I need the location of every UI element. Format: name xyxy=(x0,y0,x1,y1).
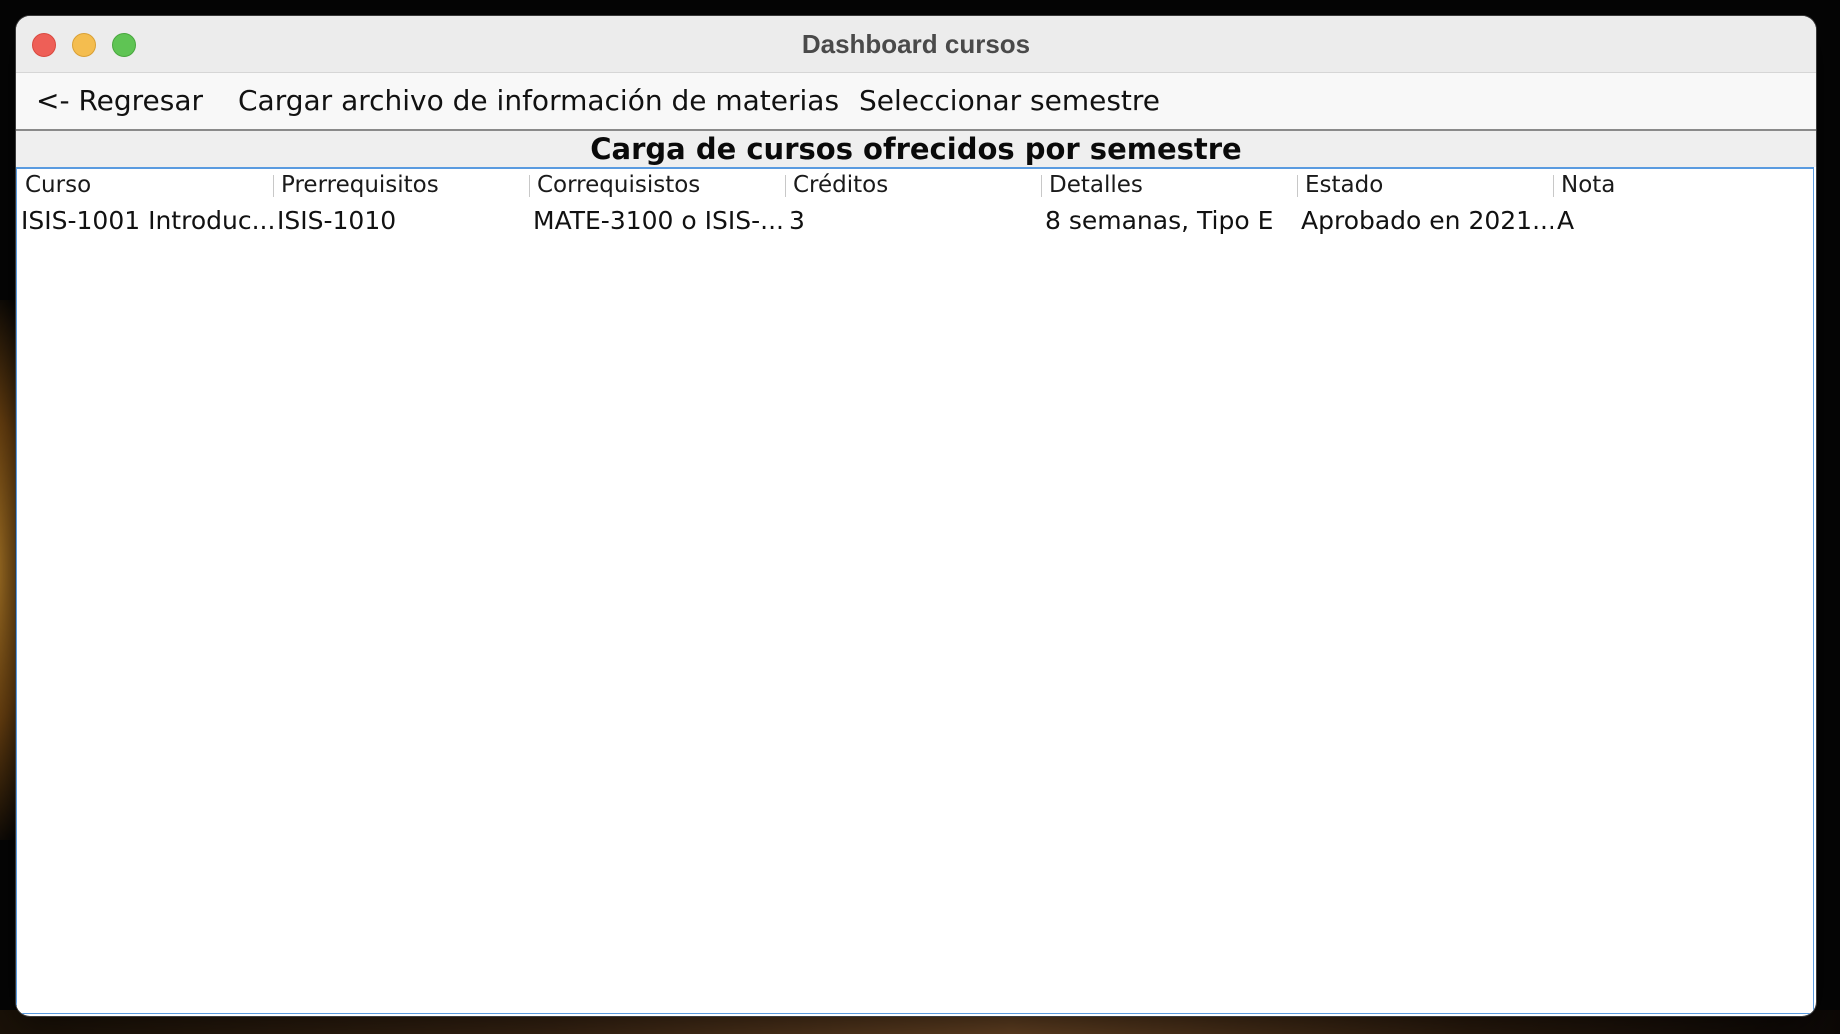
cell-detalles: 8 semanas, Tipo E xyxy=(1045,206,1274,235)
table-row[interactable]: ISIS-1001 Introduc... ISIS-1010 MATE-310… xyxy=(17,203,1813,239)
cell-correquisitos: MATE-3100 o ISIS-... xyxy=(533,206,784,235)
app-window: Dashboard cursos <- Regresar Cargar arch… xyxy=(16,16,1816,1016)
column-header-nota[interactable]: Nota xyxy=(1553,169,1811,201)
column-header-detalles[interactable]: Detalles xyxy=(1041,169,1297,201)
column-header-prerrequisitos[interactable]: Prerrequisitos xyxy=(273,169,529,201)
title-bar[interactable]: Dashboard cursos xyxy=(16,16,1816,73)
cell-nota: A xyxy=(1557,206,1575,235)
window-title: Dashboard cursos xyxy=(801,29,1031,59)
cell-prerrequisitos: ISIS-1010 xyxy=(277,206,397,235)
select-semester-menu-item[interactable]: Seleccionar semestre xyxy=(859,73,1160,129)
table-header: Curso Prerrequisitos Correquisistos Créd… xyxy=(17,169,1813,201)
column-header-curso[interactable]: Curso xyxy=(17,169,273,201)
courses-table[interactable]: Curso Prerrequisitos Correquisistos Créd… xyxy=(16,167,1814,1014)
page-heading: Carga de cursos ofrecidos por semestre xyxy=(16,131,1816,167)
column-header-estado[interactable]: Estado xyxy=(1297,169,1553,201)
back-menu-item[interactable]: <- Regresar xyxy=(36,73,203,129)
cell-estado: Aprobado en 2021... xyxy=(1301,206,1553,235)
column-header-creditos[interactable]: Créditos xyxy=(785,169,1041,201)
column-header-correquisitos[interactable]: Correquisistos xyxy=(529,169,785,201)
menu-bar: <- Regresar Cargar archivo de informació… xyxy=(16,73,1816,131)
cell-creditos: 3 xyxy=(789,206,805,235)
cell-curso: ISIS-1001 Introduc... xyxy=(21,206,273,235)
load-file-menu-item[interactable]: Cargar archivo de información de materia… xyxy=(238,73,839,129)
